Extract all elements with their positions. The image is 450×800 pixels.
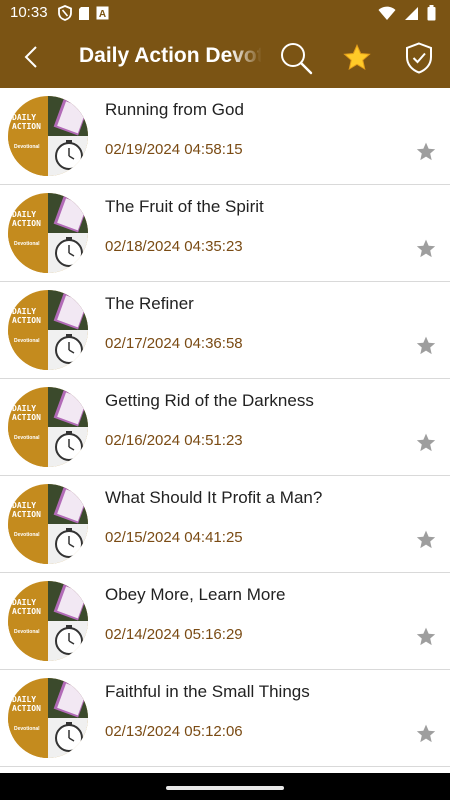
svg-text:ACTION: ACTION — [12, 219, 41, 228]
favorite-toggle[interactable] — [414, 431, 438, 455]
svg-text:A: A — [99, 9, 106, 20]
svg-text:DAILY: DAILY — [12, 598, 36, 607]
shield-check-icon — [406, 42, 432, 74]
star-icon — [416, 433, 436, 452]
svg-text:DAILY: DAILY — [12, 404, 36, 413]
svg-text:Devotional: Devotional — [14, 726, 40, 732]
devotional-date: 02/17/2024 04:36:58 — [105, 335, 243, 352]
list-item[interactable]: DAILY ACTION Devotional Faithful in the … — [0, 670, 450, 767]
wifi-icon — [378, 6, 396, 20]
svg-text:ACTION: ACTION — [12, 510, 41, 519]
star-icon — [416, 142, 436, 161]
devotional-date: 02/19/2024 04:58:15 — [105, 141, 243, 158]
svg-text:DAILY: DAILY — [12, 501, 36, 510]
devotional-title: The Refiner — [105, 294, 194, 313]
star-icon — [416, 627, 436, 646]
list-item[interactable]: DAILY ACTION Devotional Running from God… — [0, 88, 450, 185]
star-icon — [416, 530, 436, 549]
svg-text:DAILY: DAILY — [12, 307, 36, 316]
status-bar: 10:33 A — [0, 0, 450, 26]
svg-text:ACTION: ACTION — [12, 704, 41, 713]
favorites-button[interactable] — [336, 38, 378, 78]
list-item[interactable]: DAILY ACTION Devotional Obey More, Learn… — [0, 573, 450, 670]
devotional-thumbnail: DAILY ACTION Devotional — [8, 193, 88, 273]
svg-text:Devotional: Devotional — [14, 435, 40, 441]
svg-text:Devotional: Devotional — [14, 338, 40, 344]
search-button[interactable] — [276, 38, 316, 78]
battery-icon — [427, 5, 436, 21]
devotional-thumbnail: DAILY ACTION Devotional — [8, 581, 88, 661]
system-nav-bar — [0, 773, 450, 800]
svg-text:DAILY: DAILY — [12, 695, 36, 704]
list-item[interactable]: DAILY ACTION Devotional The Refiner 02/1… — [0, 282, 450, 379]
back-arrow-icon — [24, 46, 37, 68]
svg-text:ACTION: ACTION — [12, 316, 41, 325]
status-left-icons: A — [58, 5, 109, 21]
star-icon — [416, 724, 436, 743]
list-item[interactable]: DAILY ACTION Devotional The Fruit of the… — [0, 185, 450, 282]
font-a-icon: A — [96, 6, 109, 20]
devotional-date: 02/15/2024 04:41:25 — [105, 529, 243, 546]
svg-text:Devotional: Devotional — [14, 241, 40, 247]
favorite-toggle[interactable] — [414, 334, 438, 358]
signal-icon — [405, 6, 418, 20]
vpn-shield-icon — [58, 5, 72, 21]
devotional-date: 02/13/2024 05:12:06 — [105, 723, 243, 740]
status-time: 10:33 — [10, 4, 48, 21]
devotional-title: What Should It Profit a Man? — [105, 488, 323, 507]
svg-text:ACTION: ACTION — [12, 122, 41, 131]
devotional-title: Getting Rid of the Darkness — [105, 391, 314, 410]
devotional-list: DAILY ACTION Devotional Running from God… — [0, 88, 450, 767]
svg-text:ACTION: ACTION — [12, 607, 41, 616]
svg-text:Devotional: Devotional — [14, 629, 40, 635]
title-fade — [230, 40, 262, 76]
devotional-thumbnail: DAILY ACTION Devotional — [8, 290, 88, 370]
devotional-title: The Fruit of the Spirit — [105, 197, 264, 216]
devotional-thumbnail: DAILY ACTION Devotional — [8, 678, 88, 758]
status-right-icons — [378, 5, 436, 21]
devotional-thumbnail: DAILY ACTION Devotional — [8, 484, 88, 564]
devotional-title: Running from God — [105, 100, 244, 119]
devotional-thumbnail: DAILY ACTION Devotional — [8, 96, 88, 176]
star-icon — [416, 336, 436, 355]
svg-text:Devotional: Devotional — [14, 144, 40, 150]
favorites-star-icon — [343, 44, 371, 71]
gesture-handle[interactable] — [166, 786, 284, 790]
favorite-toggle[interactable] — [414, 625, 438, 649]
shield-check-button[interactable] — [398, 38, 440, 78]
favorite-toggle[interactable] — [414, 722, 438, 746]
devotional-title: Obey More, Learn More — [105, 585, 286, 604]
star-icon — [416, 239, 436, 258]
thumbnail-text: DAILY — [12, 113, 36, 122]
devotional-title: Faithful in the Small Things — [105, 682, 310, 701]
svg-text:Devotional: Devotional — [14, 532, 40, 538]
devotional-date: 02/18/2024 04:35:23 — [105, 238, 243, 255]
favorite-toggle[interactable] — [414, 140, 438, 164]
devotional-date: 02/16/2024 04:51:23 — [105, 432, 243, 449]
app-bar: Daily Action Devotional — [0, 26, 450, 88]
search-icon — [281, 43, 313, 75]
svg-text:DAILY: DAILY — [12, 210, 36, 219]
sd-card-icon — [79, 6, 89, 20]
favorite-toggle[interactable] — [414, 237, 438, 261]
devotional-thumbnail: DAILY ACTION Devotional — [8, 387, 88, 467]
list-item[interactable]: DAILY ACTION Devotional What Should It P… — [0, 476, 450, 573]
list-item[interactable]: DAILY ACTION Devotional Getting Rid of t… — [0, 379, 450, 476]
favorite-toggle[interactable] — [414, 528, 438, 552]
devotional-date: 02/14/2024 05:16:29 — [105, 626, 243, 643]
svg-text:ACTION: ACTION — [12, 413, 41, 422]
back-button[interactable] — [14, 40, 48, 74]
